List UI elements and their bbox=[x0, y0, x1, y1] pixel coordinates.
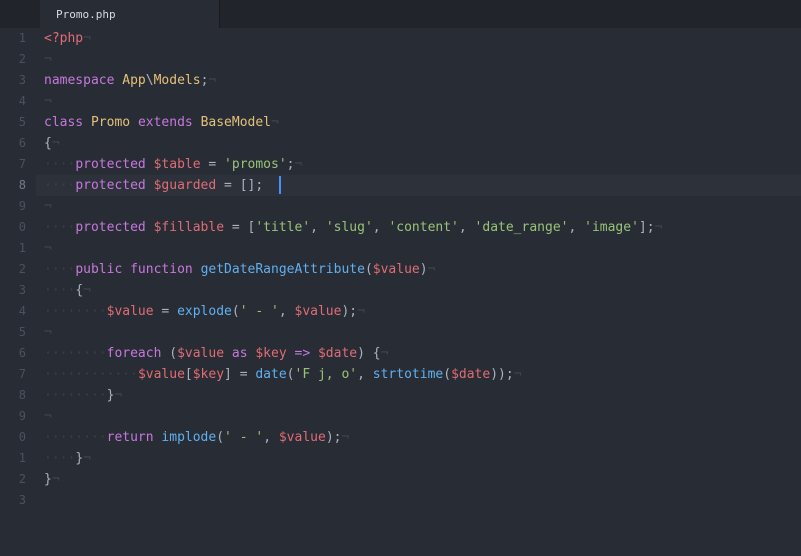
line-number: 1 bbox=[0, 28, 36, 49]
line-number: 4 bbox=[0, 301, 36, 322]
code-line[interactable]: ············$value[$key] = date('F j, o'… bbox=[36, 364, 801, 385]
code-line[interactable]: ¬ bbox=[36, 49, 801, 70]
code-line[interactable]: ········}¬ bbox=[36, 385, 801, 406]
code-line[interactable]: {¬ bbox=[36, 133, 801, 154]
code-line[interactable]: ········foreach ($value as $key => $date… bbox=[36, 343, 801, 364]
editor: 12345678901234567890123 <?php¬¬namespace… bbox=[0, 28, 801, 556]
tab-promo[interactable]: Promo.php bbox=[40, 0, 220, 28]
tab-filename: Promo.php bbox=[56, 8, 116, 21]
code-line[interactable]: ¬ bbox=[36, 322, 801, 343]
line-number: 9 bbox=[0, 406, 36, 427]
code-line[interactable] bbox=[36, 490, 801, 511]
line-number: 5 bbox=[0, 322, 36, 343]
line-number: 6 bbox=[0, 343, 36, 364]
code-line[interactable]: namespace App\Models;¬ bbox=[36, 70, 801, 91]
code-line[interactable]: ····protected $guarded = []; bbox=[36, 175, 801, 196]
line-number: 3 bbox=[0, 280, 36, 301]
code-line[interactable]: ····{¬ bbox=[36, 280, 801, 301]
line-number: 3 bbox=[0, 70, 36, 91]
code-line[interactable]: ········$value = explode(' - ', $value);… bbox=[36, 301, 801, 322]
line-number: 2 bbox=[0, 469, 36, 490]
line-number: 8 bbox=[0, 175, 36, 196]
code-area[interactable]: <?php¬¬namespace App\Models;¬¬class Prom… bbox=[36, 28, 801, 556]
line-number: 7 bbox=[0, 154, 36, 175]
line-number: 5 bbox=[0, 112, 36, 133]
code-line[interactable]: ····}¬ bbox=[36, 448, 801, 469]
cursor bbox=[279, 176, 281, 194]
code-line[interactable]: ¬ bbox=[36, 91, 801, 112]
code-line[interactable]: <?php¬ bbox=[36, 28, 801, 49]
line-number: 7 bbox=[0, 364, 36, 385]
code-line[interactable]: ········return implode(' - ', $value);¬ bbox=[36, 427, 801, 448]
line-number: 8 bbox=[0, 385, 36, 406]
line-number: 0 bbox=[0, 427, 36, 448]
line-number: 0 bbox=[0, 217, 36, 238]
code-line[interactable]: }¬ bbox=[36, 469, 801, 490]
line-number: 2 bbox=[0, 259, 36, 280]
code-line[interactable]: ····protected $fillable = ['title', 'slu… bbox=[36, 217, 801, 238]
code-line[interactable]: ····protected $table = 'promos';¬ bbox=[36, 154, 801, 175]
line-number: 3 bbox=[0, 490, 36, 511]
line-number: 1 bbox=[0, 238, 36, 259]
line-number: 4 bbox=[0, 91, 36, 112]
gutter: 12345678901234567890123 bbox=[0, 28, 36, 556]
code-line[interactable]: class Promo extends BaseModel¬ bbox=[36, 112, 801, 133]
line-number: 2 bbox=[0, 49, 36, 70]
line-number: 1 bbox=[0, 448, 36, 469]
code-line[interactable]: ····public function getDateRangeAttribut… bbox=[36, 259, 801, 280]
tab-bar: Promo.php bbox=[0, 0, 801, 28]
line-number: 6 bbox=[0, 133, 36, 154]
line-number: 9 bbox=[0, 196, 36, 217]
code-line[interactable]: ¬ bbox=[36, 406, 801, 427]
code-line[interactable]: ¬ bbox=[36, 196, 801, 217]
code-line[interactable]: ¬ bbox=[36, 238, 801, 259]
